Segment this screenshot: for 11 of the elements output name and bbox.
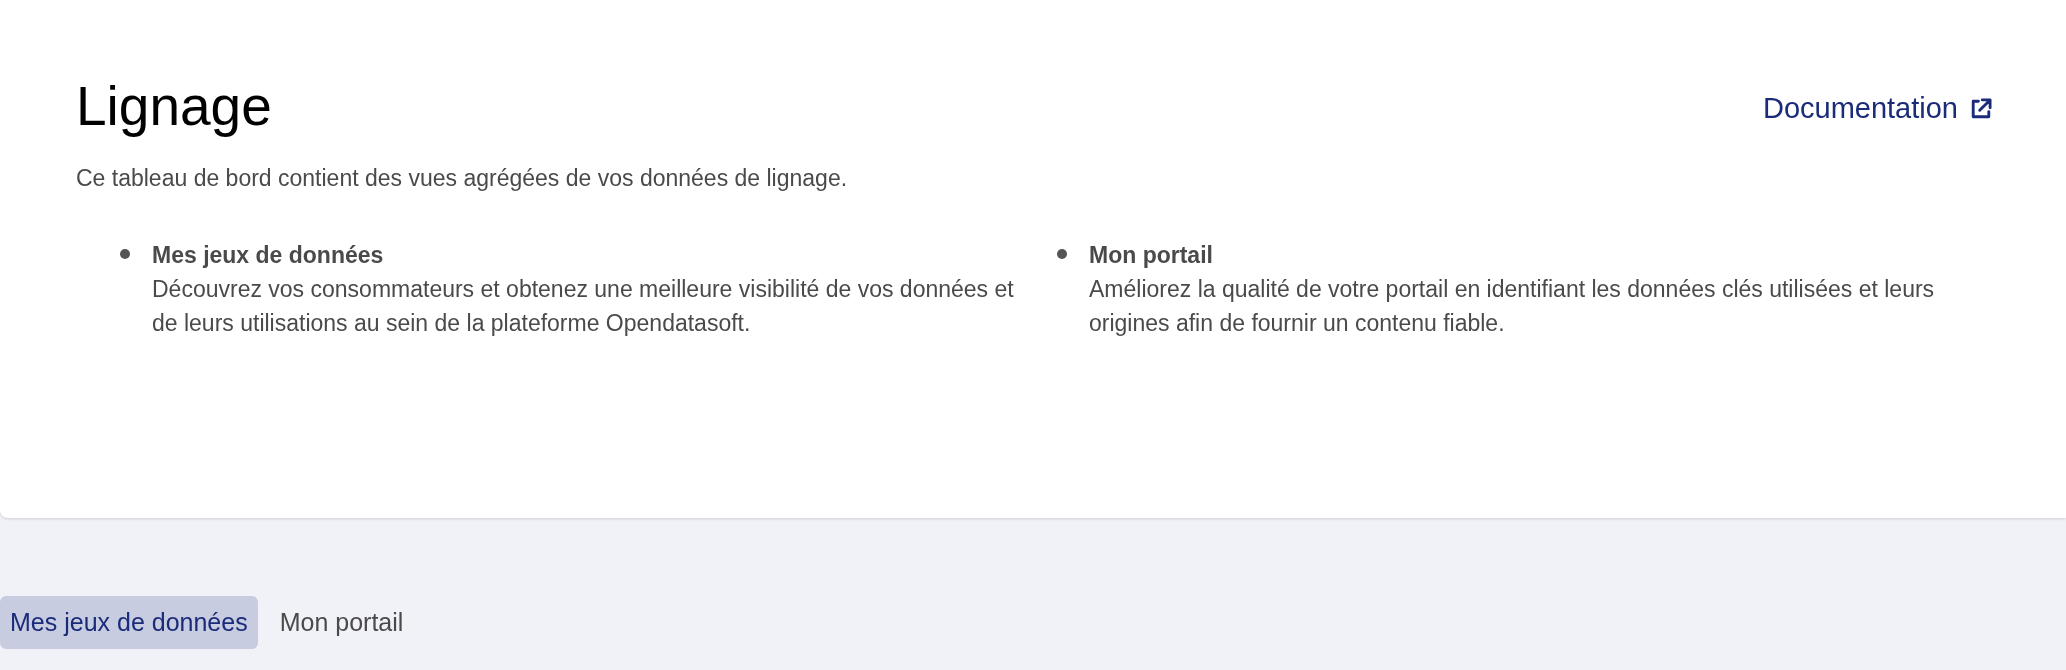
section-text: Découvrez vos consommateurs et obtenez une meilleure visibilité de vos données et de leurs utilisations au sein de la plateforme Opendatasoft. [152, 274, 1015, 338]
section-heading: Mon portail [1089, 240, 1213, 270]
page-title: Lignage [76, 76, 272, 137]
section-text: Améliorez la qualité de votre portail en identifiant les données clés utilisées et leurs origines afin de fournir un contenu fiable. [1089, 274, 1936, 338]
description-text: Ce tableau de bord contient des vues agrégées de vos données de lignage. [76, 164, 849, 192]
bullet-icon [120, 248, 130, 259]
tab[interactable]: Mon portail [269, 596, 414, 649]
tab[interactable]: Mes jeux de données [0, 596, 258, 649]
section-heading: Mes jeux de données [152, 240, 384, 270]
bullet-icon [1057, 248, 1067, 259]
documentation-link[interactable]: Documentation [1762, 92, 1994, 125]
